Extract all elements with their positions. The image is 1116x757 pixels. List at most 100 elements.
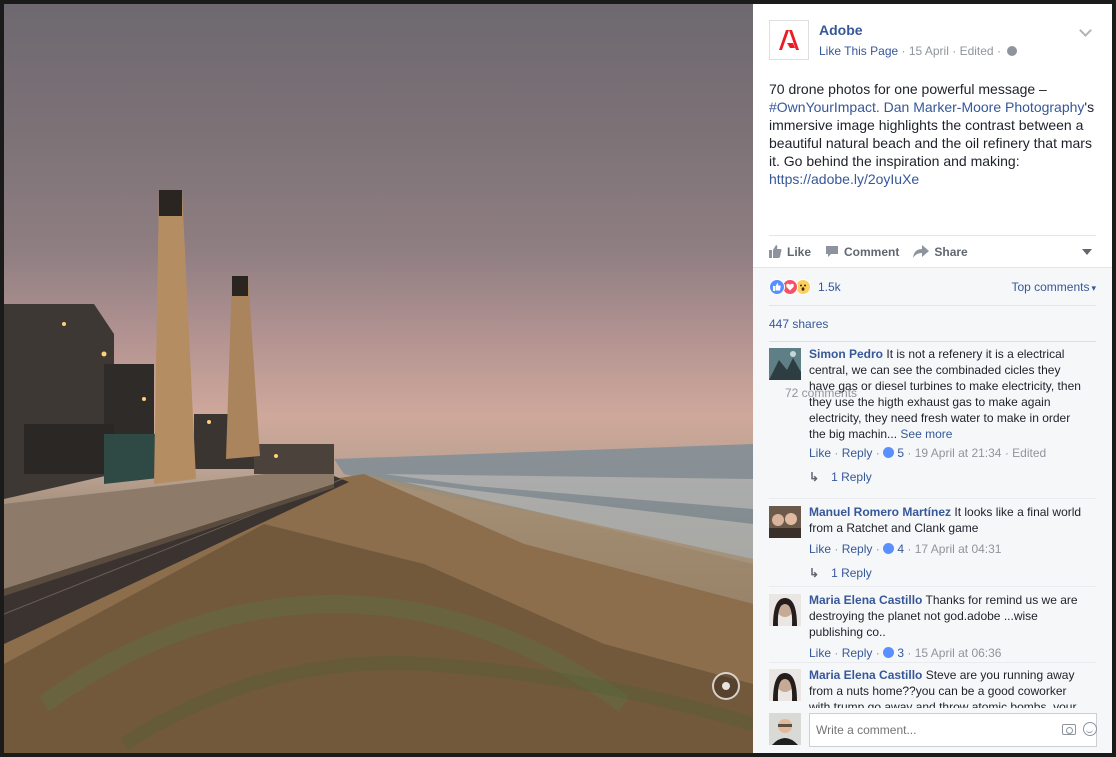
- view-replies-link[interactable]: ↳ 1 Reply: [809, 566, 872, 580]
- emoji-icon[interactable]: [1083, 722, 1097, 736]
- wow-face-glyph: [800, 284, 806, 291]
- thumbs-up-icon: [769, 245, 782, 258]
- avatar[interactable]: [769, 669, 801, 701]
- heart-glyph: [786, 283, 794, 290]
- comment-date[interactable]: 15 April at 06:36: [915, 646, 1002, 660]
- post-date[interactable]: 15 April: [909, 44, 949, 58]
- comment-author[interactable]: Manuel Romero Martínez: [809, 505, 951, 519]
- comment-sort-dropdown[interactable]: Top comments: [1011, 280, 1096, 294]
- comment-like-link[interactable]: Like: [809, 646, 831, 660]
- post-actions: Like Comment Share: [769, 235, 1096, 267]
- comment-body: Manuel Romero Martínez It looks like a f…: [809, 504, 1089, 536]
- share-icon: [913, 245, 930, 258]
- comment-body: Maria Elena Castillo Thanks for remind u…: [809, 592, 1089, 640]
- comment-meta: Like · Reply · 4 · 17 April at 04:31: [809, 542, 1002, 556]
- comment-divider: [769, 662, 1096, 663]
- comment-body: Simon Pedro It is not a refenery it is a…: [809, 348, 1089, 442]
- avatar[interactable]: [769, 594, 801, 626]
- avatar-image: [769, 506, 801, 538]
- comment-author[interactable]: Maria Elena Castillo: [809, 593, 922, 607]
- meta-dot: ·: [901, 44, 909, 58]
- reactions-row: 1.5k Top comments: [769, 268, 1096, 306]
- chevron-down-icon[interactable]: [1079, 24, 1092, 37]
- avatar[interactable]: [769, 348, 801, 380]
- like-count-icon: [883, 543, 895, 554]
- adobe-logo-icon: [779, 30, 799, 50]
- like-count-icon: [883, 647, 895, 658]
- comment-like-link[interactable]: Like: [809, 446, 831, 460]
- comment-item: Manuel Romero Martínez It looks like a f…: [769, 504, 1096, 580]
- comment-like-count[interactable]: 5: [897, 446, 904, 460]
- reaction-count[interactable]: 1.5k: [818, 280, 841, 294]
- edited-label[interactable]: Edited: [960, 44, 994, 58]
- meta-dot: ·: [952, 44, 960, 58]
- adobe-logo[interactable]: [769, 20, 809, 60]
- like-reaction-glyph: [773, 282, 781, 291]
- hashtag-link[interactable]: #OwnYourImpact.: [769, 99, 880, 115]
- comment-meta: Like · Reply · 5 · 19 April at 21:34 · E…: [809, 446, 1047, 460]
- comment-input[interactable]: [809, 713, 1097, 747]
- comment-meta: Like · Reply · 3 · 15 April at 06:36: [809, 646, 1002, 660]
- counts-row: 447 shares 72 comments: [769, 306, 1096, 400]
- avatar-image: [769, 348, 801, 380]
- comment-item: Simon Pedro It is not a refenery it is a…: [769, 348, 1096, 496]
- comment-reply-link[interactable]: Reply: [842, 446, 873, 460]
- photographer-link[interactable]: Dan Marker-Moore Photography: [884, 99, 1085, 115]
- post-panel: Adobe Like This Page · 15 April · Edited…: [753, 4, 1112, 753]
- comment-date[interactable]: 17 April at 04:31: [915, 542, 1002, 556]
- like-label: Like: [787, 244, 812, 259]
- comment-icon: [826, 246, 839, 257]
- share-button[interactable]: Share: [913, 244, 968, 259]
- comment-label: Comment: [844, 244, 900, 259]
- comment-like-count[interactable]: 4: [897, 542, 904, 556]
- camera-icon[interactable]: [1062, 724, 1076, 735]
- like-count-icon: [883, 447, 895, 458]
- comment-date[interactable]: 19 April at 21:34: [915, 446, 1002, 460]
- replies-count: 1 Reply: [831, 566, 872, 580]
- post-photo[interactable]: [4, 4, 753, 753]
- reply-arrow-icon: ↳: [809, 566, 820, 580]
- comment-divider: [769, 586, 1096, 587]
- post-text-intro: 70 drone photos for one powerful message…: [769, 81, 1047, 97]
- avatar-image: [769, 713, 801, 745]
- current-user-avatar[interactable]: [769, 713, 801, 745]
- post-url-link[interactable]: https://adobe.ly/2oyIuXe: [769, 171, 919, 187]
- comment-author[interactable]: Maria Elena Castillo: [809, 668, 922, 682]
- comment-reply-link[interactable]: Reply: [842, 542, 873, 556]
- avatar-image: [769, 669, 801, 701]
- comment-author[interactable]: Simon Pedro: [809, 348, 883, 361]
- comment-list: Simon Pedro It is not a refenery it is a…: [769, 348, 1096, 708]
- comment-like-count[interactable]: 3: [897, 646, 904, 660]
- avatar[interactable]: [769, 506, 801, 538]
- view-replies-link[interactable]: ↳ 1 Reply: [809, 470, 872, 484]
- like-page-link[interactable]: Like This Page: [819, 44, 898, 58]
- comment-body: Maria Elena Castillo Steve are you runni…: [809, 667, 1089, 708]
- post-text: 70 drone photos for one powerful message…: [769, 80, 1099, 188]
- comment-like-link[interactable]: Like: [809, 542, 831, 556]
- photo-scene: [4, 190, 753, 753]
- tag-photo-icon[interactable]: [712, 672, 740, 700]
- feedback-section: 1.5k Top comments 447 shares 72 comments…: [753, 267, 1112, 753]
- post-header: Adobe Like This Page · 15 April · Edited…: [769, 20, 1096, 62]
- globe-icon: [1007, 46, 1018, 56]
- share-label: Share: [934, 244, 968, 259]
- comment-composer: [769, 713, 1097, 749]
- comment-edited[interactable]: Edited: [1012, 446, 1046, 460]
- post-meta: Like This Page · 15 April · Edited ·: [819, 44, 1018, 58]
- like-button[interactable]: Like: [769, 245, 811, 259]
- share-menu-caret-icon[interactable]: [1082, 248, 1092, 255]
- see-more-link[interactable]: See more: [900, 427, 952, 441]
- page-name[interactable]: Adobe: [819, 22, 863, 38]
- comment-item: Maria Elena Castillo Thanks for remind u…: [769, 592, 1096, 660]
- reply-arrow-icon: ↳: [809, 470, 820, 484]
- avatar-image: [769, 594, 801, 626]
- comment-button[interactable]: Comment: [825, 245, 899, 259]
- comment-item: Maria Elena Castillo Steve are you runni…: [769, 667, 1096, 708]
- replies-count: 1 Reply: [831, 470, 872, 484]
- like-reaction-icon[interactable]: [769, 278, 785, 295]
- comment-reply-link[interactable]: Reply: [842, 646, 873, 660]
- comment-divider: [769, 498, 1096, 499]
- shares-count[interactable]: 447 shares: [769, 317, 828, 331]
- meta-dot: ·: [996, 44, 1001, 58]
- tag-dot: [722, 682, 730, 690]
